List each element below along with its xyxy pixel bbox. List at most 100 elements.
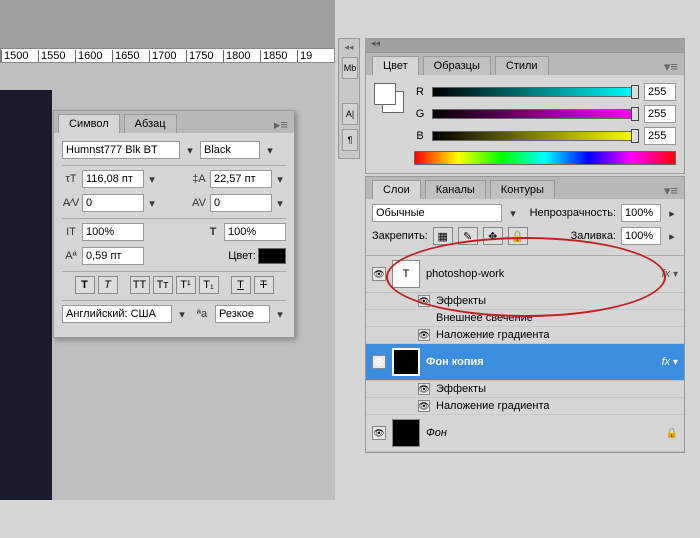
- leading-input[interactable]: [210, 170, 272, 188]
- effects-header[interactable]: 👁Эффекты: [366, 381, 684, 398]
- tab-styles[interactable]: Стили: [495, 56, 549, 75]
- lock-pixels-button[interactable]: ✎: [458, 227, 478, 245]
- tab-character[interactable]: Символ: [58, 114, 120, 133]
- canvas-area[interactable]: [0, 90, 52, 500]
- red-slider[interactable]: [432, 87, 638, 97]
- dropdown-icon[interactable]: ▾: [184, 144, 196, 157]
- tracking-input[interactable]: [210, 194, 272, 212]
- layer-row[interactable]: 👁 Фон 🔒: [366, 415, 684, 452]
- language-select[interactable]: [62, 305, 172, 323]
- text-color-swatch[interactable]: [258, 248, 286, 264]
- visibility-toggle[interactable]: 👁: [418, 400, 430, 412]
- dropdown-icon[interactable]: ▾: [176, 308, 188, 321]
- expand-arrow-icon[interactable]: ◂◂: [342, 42, 356, 53]
- foreground-background-swatch[interactable]: [374, 83, 404, 113]
- effect-gradient-overlay[interactable]: 👁Наложение градиента: [366, 327, 684, 344]
- font-size-input[interactable]: [82, 170, 144, 188]
- layer-thumbnail[interactable]: [392, 348, 420, 376]
- dropdown-icon[interactable]: ▾: [274, 173, 286, 186]
- opacity-input[interactable]: [621, 204, 661, 222]
- panel-menu-icon[interactable]: ▾≡: [664, 59, 678, 75]
- antialias-select[interactable]: [215, 305, 270, 323]
- visibility-toggle[interactable]: 👁: [418, 383, 430, 395]
- visibility-toggle[interactable]: 👁: [418, 295, 430, 307]
- bold-button[interactable]: T: [75, 276, 95, 294]
- dock-button-mb[interactable]: Mb: [342, 57, 358, 79]
- blue-slider[interactable]: [432, 131, 638, 141]
- collapse-arrow-icon[interactable]: ◂◂: [365, 38, 685, 52]
- layers-panel: Слои Каналы Контуры ▾≡ ▾ Непрозрачность:…: [365, 176, 685, 453]
- blend-mode-select[interactable]: [372, 204, 502, 222]
- dropdown-icon[interactable]: ▾: [274, 308, 286, 321]
- layer-name[interactable]: photoshop-work: [426, 268, 656, 280]
- layer-row[interactable]: 👁 Фон копия fx ▾: [366, 344, 684, 381]
- underline-button[interactable]: T: [231, 276, 251, 294]
- tab-layers[interactable]: Слои: [372, 180, 421, 199]
- dock-button-paragraph[interactable]: ¶: [342, 129, 358, 151]
- font-style-input[interactable]: [200, 141, 260, 159]
- baseline-icon: Aª: [62, 248, 80, 264]
- font-family-input[interactable]: [62, 141, 180, 159]
- effect-outer-glow[interactable]: Внешнее свечение: [366, 310, 684, 327]
- effect-gradient-overlay[interactable]: 👁Наложение градиента: [366, 398, 684, 415]
- dropdown-icon[interactable]: ▾: [146, 197, 158, 210]
- layer-name[interactable]: Фон копия: [426, 356, 656, 368]
- lock-transparency-button[interactable]: ▦: [433, 227, 453, 245]
- visibility-toggle[interactable]: 👁: [418, 329, 430, 341]
- lock-label: Закрепить:: [372, 230, 428, 242]
- superscript-button[interactable]: T¹: [176, 276, 196, 294]
- allcaps-button[interactable]: TT: [130, 276, 150, 294]
- tracking-icon: AV: [190, 195, 208, 211]
- visibility-toggle[interactable]: 👁: [372, 267, 386, 281]
- layer-thumbnail[interactable]: [392, 419, 420, 447]
- visibility-toggle[interactable]: 👁: [372, 426, 386, 440]
- horizontal-scale-input[interactable]: [224, 223, 286, 241]
- antialias-icon: ªa: [193, 306, 211, 322]
- panel-menu-icon[interactable]: ▸≡: [274, 117, 288, 133]
- layer-row[interactable]: 👁 T photoshop-work fx ▾: [366, 256, 684, 293]
- dropdown-icon[interactable]: ▸: [666, 207, 678, 220]
- layer-name[interactable]: Фон: [426, 427, 660, 439]
- dropdown-icon[interactable]: ▸: [666, 230, 678, 243]
- kerning-input[interactable]: [82, 194, 144, 212]
- fill-input[interactable]: [621, 227, 661, 245]
- dropdown-icon[interactable]: ▾: [274, 197, 286, 210]
- color-panel: Цвет Образцы Стили ▾≡ R G B: [365, 52, 685, 174]
- effects-header[interactable]: 👁Эффекты: [366, 293, 684, 310]
- blue-value-input[interactable]: [644, 127, 676, 145]
- subscript-button[interactable]: T₁: [199, 276, 219, 294]
- document-tab-bar[interactable]: [0, 0, 335, 48]
- smallcaps-button[interactable]: Tᴛ: [153, 276, 173, 294]
- tab-channels[interactable]: Каналы: [425, 180, 486, 199]
- strikethrough-button[interactable]: T: [254, 276, 274, 294]
- b-label: B: [414, 130, 426, 142]
- layer-thumbnail[interactable]: T: [392, 260, 420, 288]
- italic-button[interactable]: T: [98, 276, 118, 294]
- red-value-input[interactable]: [644, 83, 676, 101]
- dock-button-character[interactable]: A|: [342, 103, 358, 125]
- visibility-toggle[interactable]: 👁: [372, 355, 386, 369]
- vertical-scale-input[interactable]: [82, 223, 144, 241]
- green-value-input[interactable]: [644, 105, 676, 123]
- tab-color[interactable]: Цвет: [372, 56, 419, 75]
- lock-position-button[interactable]: ✥: [483, 227, 503, 245]
- lock-all-button[interactable]: 🔒: [508, 227, 528, 245]
- dropdown-icon[interactable]: ▾: [146, 173, 158, 186]
- hscale-icon: T: [204, 224, 222, 240]
- fx-badge[interactable]: fx ▾: [662, 356, 678, 368]
- font-size-icon: τT: [62, 171, 80, 187]
- panel-menu-icon[interactable]: ▾≡: [664, 183, 678, 199]
- g-label: G: [414, 108, 426, 120]
- tab-swatches[interactable]: Образцы: [423, 56, 491, 75]
- dropdown-icon[interactable]: ▾: [507, 207, 519, 220]
- dropdown-icon[interactable]: ▾: [264, 144, 276, 157]
- green-slider[interactable]: [432, 109, 638, 119]
- r-label: R: [414, 86, 426, 98]
- fx-badge[interactable]: fx ▾: [662, 268, 678, 280]
- tab-paths[interactable]: Контуры: [490, 180, 555, 199]
- tab-paragraph[interactable]: Абзац: [124, 114, 177, 133]
- baseline-shift-input[interactable]: [82, 247, 144, 265]
- lock-icon: 🔒: [666, 428, 678, 439]
- spectrum-picker[interactable]: [414, 151, 676, 165]
- collapsed-dock: ◂◂ Mb A| ¶: [338, 38, 360, 159]
